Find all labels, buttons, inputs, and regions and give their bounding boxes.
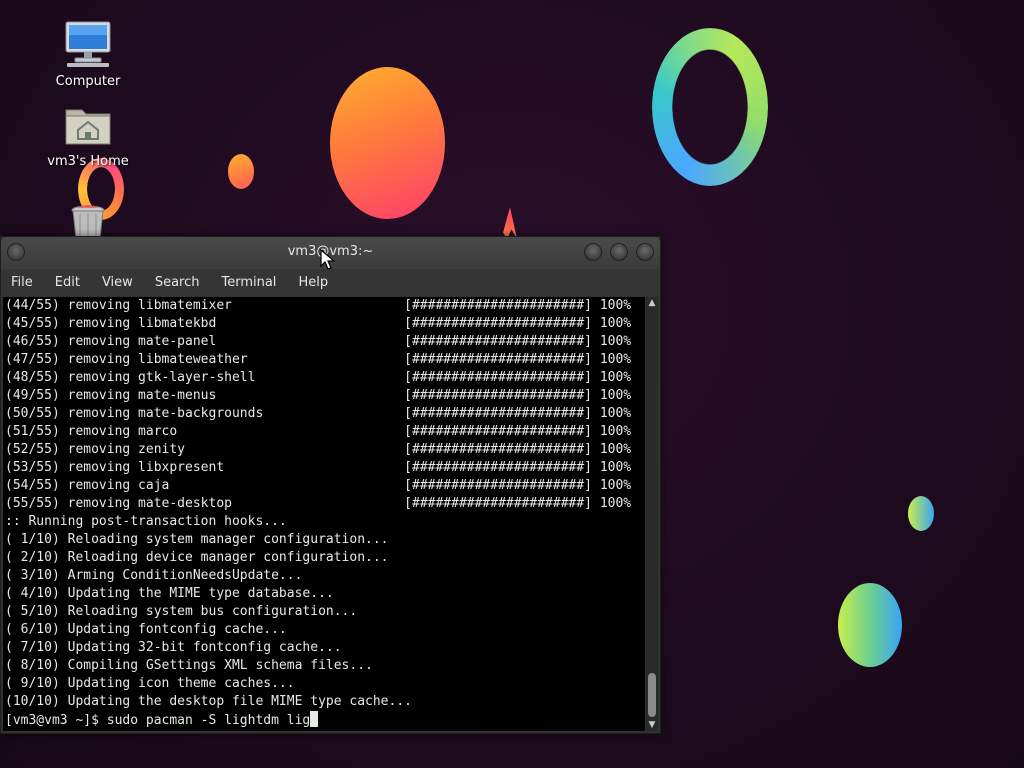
scroll-down-arrow-icon[interactable]: ▼ bbox=[646, 719, 658, 731]
wallpaper-green-blob bbox=[838, 583, 902, 667]
close-button[interactable] bbox=[636, 243, 654, 261]
output-line: ( 9/10) Updating icon theme caches... bbox=[5, 676, 295, 691]
menu-help[interactable]: Help bbox=[298, 275, 328, 290]
text-cursor bbox=[310, 711, 319, 727]
prompt-line[interactable]: [vm3@vm3 ~]$ sudo pacman -S lightdm lig bbox=[3, 711, 645, 729]
output-line: ( 1/10) Reloading system manager configu… bbox=[5, 532, 389, 547]
output-line: (48/55) removing gtk-layer-shell [######… bbox=[5, 370, 632, 385]
output-line: (54/55) removing caja [#################… bbox=[5, 478, 632, 493]
menu-file[interactable]: File bbox=[11, 275, 33, 290]
menu-terminal[interactable]: Terminal bbox=[221, 275, 276, 290]
terminal-output[interactable]: (44/55) removing libmatemixer [#########… bbox=[3, 297, 645, 731]
output-line: ( 6/10) Updating fontconfig cache... bbox=[5, 622, 287, 637]
wallpaper-orange-blob bbox=[330, 67, 445, 219]
scroll-up-arrow-icon[interactable]: ▲ bbox=[646, 297, 658, 309]
output-line: ( 4/10) Updating the MIME type database.… bbox=[5, 586, 334, 601]
desktop-icon-label: Computer bbox=[55, 74, 121, 89]
minimize-button[interactable] bbox=[584, 243, 602, 261]
output-line: (47/55) removing libmateweather [#######… bbox=[5, 352, 632, 367]
menu-bar: File Edit View Search Terminal Help bbox=[1, 269, 660, 295]
wallpaper-shard bbox=[503, 207, 517, 239]
menu-view[interactable]: View bbox=[102, 275, 133, 290]
desktop-icon-computer[interactable]: Computer bbox=[38, 20, 138, 89]
wallpaper-small-green-blob bbox=[908, 496, 934, 531]
output-line: (46/55) removing mate-panel [###########… bbox=[5, 334, 632, 349]
output-line: (55/55) removing mate-desktop [#########… bbox=[5, 496, 632, 511]
scrollbar-thumb[interactable] bbox=[648, 673, 656, 717]
computer-icon bbox=[65, 21, 111, 67]
output-line: (44/55) removing libmatemixer [#########… bbox=[5, 298, 632, 313]
output-line: (45/55) removing libmatekbd [###########… bbox=[5, 316, 632, 331]
desktop-icon-home[interactable]: vm3's Home bbox=[38, 102, 138, 169]
home-folder-icon bbox=[65, 109, 111, 145]
command-prompt: [vm3@vm3 ~]$ sudo pacman -S lightdm lig bbox=[5, 713, 311, 728]
menu-edit[interactable]: Edit bbox=[55, 275, 80, 290]
output-line: ( 8/10) Compiling GSettings XML schema f… bbox=[5, 658, 373, 673]
output-line: (53/55) removing libxpresent [##########… bbox=[5, 460, 632, 475]
output-line: ( 5/10) Reloading system bus configurati… bbox=[5, 604, 358, 619]
terminal-window[interactable]: vm3@vm3:~ File Edit View Search Terminal… bbox=[0, 236, 661, 734]
output-line: (52/55) removing zenity [###############… bbox=[5, 442, 632, 457]
wallpaper-small-orange-blob bbox=[228, 154, 254, 189]
desktop-icon-label: vm3's Home bbox=[47, 154, 129, 169]
output-line: (50/55) removing mate-backgrounds [#####… bbox=[5, 406, 632, 421]
output-line: ( 3/10) Arming ConditionNeedsUpdate... bbox=[5, 568, 303, 583]
wallpaper-gradient-ring bbox=[652, 28, 768, 186]
output-line: ( 2/10) Reloading device manager configu… bbox=[5, 550, 389, 565]
output-line: (51/55) removing marco [################… bbox=[5, 424, 632, 439]
output-line: :: Running post-transaction hooks... bbox=[5, 514, 287, 529]
trash-icon bbox=[71, 205, 105, 239]
mouse-pointer-icon bbox=[320, 249, 336, 270]
menu-search[interactable]: Search bbox=[155, 275, 200, 290]
output-line: (10/10) Updating the desktop file MIME t… bbox=[5, 694, 412, 709]
scrollbar[interactable]: ▲ ▼ bbox=[646, 297, 658, 731]
maximize-button[interactable] bbox=[610, 243, 628, 261]
output-line: (49/55) removing mate-menus [###########… bbox=[5, 388, 632, 403]
output-line: ( 7/10) Updating 32-bit fontconfig cache… bbox=[5, 640, 342, 655]
